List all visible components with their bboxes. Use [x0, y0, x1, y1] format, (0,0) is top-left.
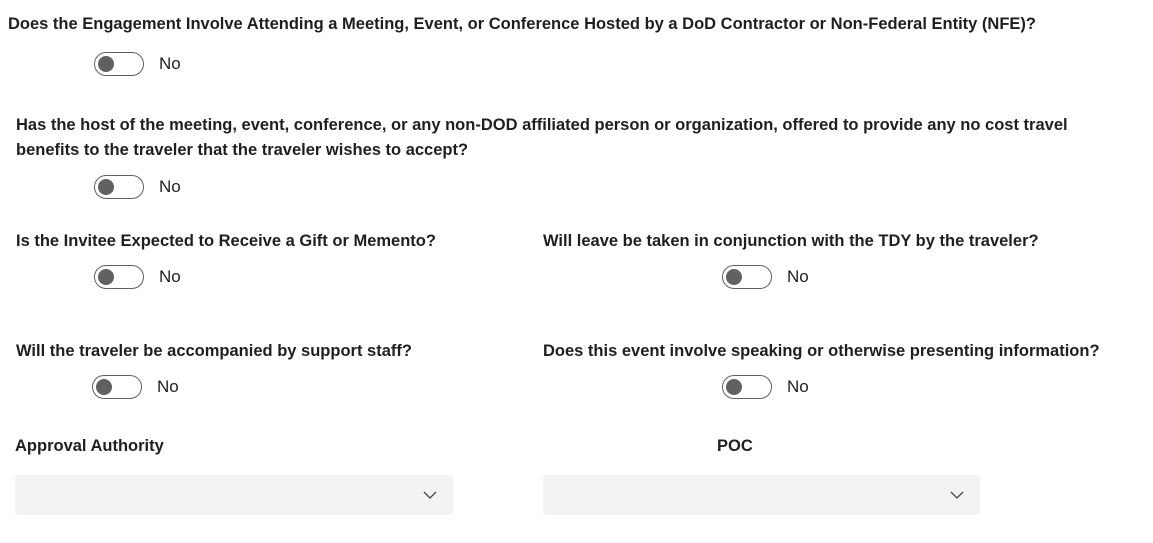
toggle-knob [96, 379, 112, 395]
chevron-down-icon [423, 491, 437, 499]
toggle-knob [98, 269, 114, 285]
travel-benefits-toggle[interactable] [94, 175, 144, 199]
leave-with-tdy-toggle[interactable] [722, 265, 772, 289]
question-gift-memento: Is the Invitee Expected to Receive a Gif… [16, 232, 436, 250]
support-staff-toggle[interactable] [92, 375, 142, 399]
question-support-staff: Will the traveler be accompanied by supp… [16, 342, 412, 360]
question-nfe-hosted: Does the Engagement Involve Attending a … [8, 15, 1037, 33]
toggle-row-support-staff: No [92, 374, 179, 400]
question-travel-benefits: Has the host of the meeting, event, conf… [16, 116, 1068, 159]
chevron-down-icon [950, 491, 964, 499]
speaking-presenting-toggle[interactable] [722, 375, 772, 399]
toggle-row-leave-with-tdy: No [722, 264, 809, 290]
toggle-row-nfe-hosted: No [94, 51, 181, 77]
approval-authority-dropdown[interactable] [15, 475, 453, 515]
gift-memento-toggle[interactable] [94, 265, 144, 289]
toggle-row-travel-benefits: No [94, 174, 181, 200]
nfe-hosted-toggle[interactable] [94, 52, 144, 76]
question-speaking-presenting: Does this event involve speaking or othe… [543, 342, 1100, 360]
toggle-state-label: No [787, 377, 809, 396]
toggle-state-label: No [157, 377, 179, 396]
toggle-state-label: No [159, 267, 181, 286]
poc-label: POC [717, 437, 753, 455]
toggle-knob [98, 56, 114, 72]
toggle-row-speaking-presenting: No [722, 374, 809, 400]
toggle-state-label: No [787, 267, 809, 286]
poc-dropdown[interactable] [543, 475, 980, 515]
toggle-knob [726, 379, 742, 395]
toggle-knob [726, 269, 742, 285]
toggle-knob [98, 179, 114, 195]
approval-authority-label: Approval Authority [15, 437, 164, 455]
toggle-state-label: No [159, 54, 181, 73]
toggle-state-label: No [159, 177, 181, 196]
toggle-row-gift-memento: No [94, 264, 181, 290]
question-leave-with-tdy: Will leave be taken in conjunction with … [543, 232, 1039, 250]
